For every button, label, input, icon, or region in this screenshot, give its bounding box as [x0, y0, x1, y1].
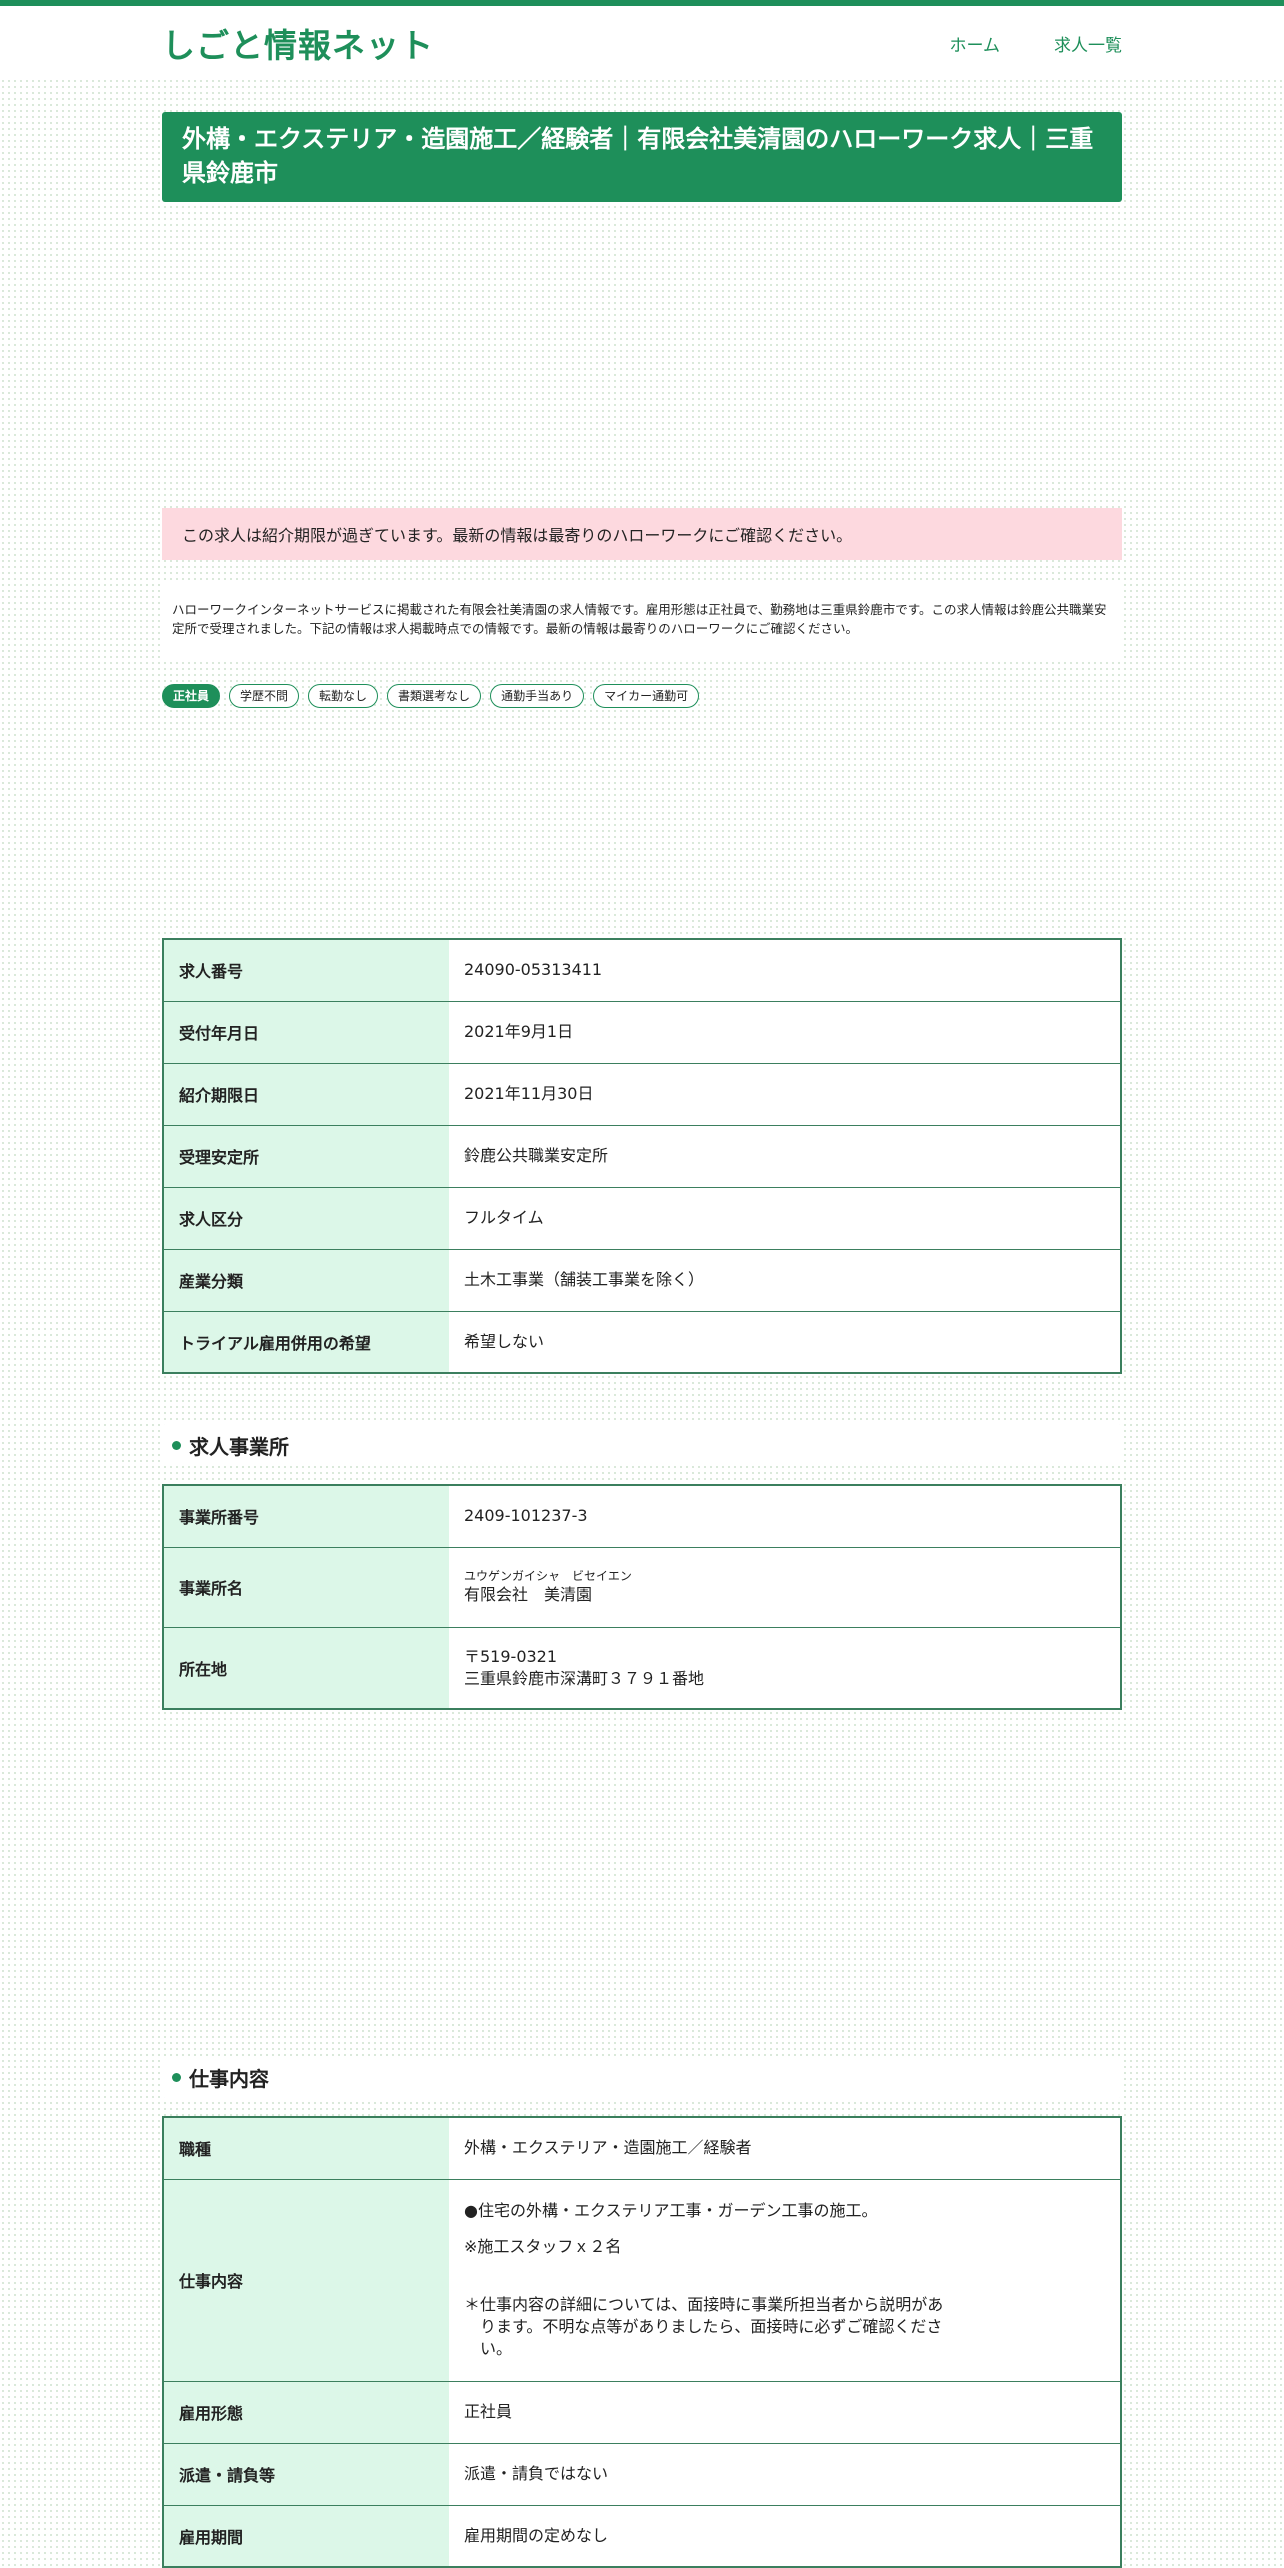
- row-label: 職種: [163, 2117, 449, 2180]
- office-name: 有限会社 美清園: [464, 1585, 593, 1604]
- ad-space-middle: [162, 708, 1122, 938]
- row-value: 2021年9月1日: [449, 1001, 1121, 1064]
- table-row: 所在地 〒519-0321 三重県鈴鹿市深溝町３７９１番地: [163, 1627, 1121, 1710]
- row-label: 事業所名: [163, 1547, 449, 1628]
- table-row: 紹介期限日 2021年11月30日: [163, 1063, 1121, 1126]
- office-name-kana: ユウゲンガイシャ ビセイエン: [464, 1569, 632, 1583]
- tag-no-education-required: 学歴不問: [229, 684, 300, 708]
- row-label: 所在地: [163, 1627, 449, 1710]
- row-label: 派遣・請負等: [163, 2443, 449, 2506]
- row-value: ユウゲンガイシャ ビセイエン 有限会社 美清園: [449, 1547, 1121, 1628]
- row-value: 雇用期間の定めなし: [449, 2505, 1121, 2568]
- row-value: 24090-05313411: [449, 939, 1121, 1002]
- table-row: 仕事内容 ●住宅の外構・エクステリア工事・ガーデン工事の施工。 ※施工スタッフｘ…: [163, 2179, 1121, 2382]
- table-row: トライアル雇用併用の希望 希望しない: [163, 1311, 1121, 1374]
- site-header: しごと情報ネット ホーム 求人一覧: [0, 6, 1284, 80]
- job-description-summary: ハローワークインターネットサービスに掲載された有限会社美清園の求人情報です。雇用…: [162, 580, 1122, 660]
- row-label: 雇用形態: [163, 2381, 449, 2444]
- ad-space-lower: [162, 1710, 1122, 2056]
- bullet-dot-icon: [172, 1440, 181, 1450]
- work-content-line: ●住宅の外構・エクステリア工事・ガーデン工事の施工。: [464, 2201, 878, 2220]
- job-tags: 正社員 学歴不問 転勤なし 書類選考なし 通勤手当あり マイカー通勤可: [162, 684, 1122, 708]
- row-label: トライアル雇用併用の希望: [163, 1311, 449, 1374]
- bullet-dot-icon: [172, 2072, 181, 2082]
- section-title: 求人事業所: [189, 1434, 289, 1459]
- row-label: 紹介期限日: [163, 1063, 449, 1126]
- work-info-table: 職種 外構・エクステリア・造園施工／経験者 仕事内容 ●住宅の外構・エクステリア…: [162, 2116, 1122, 2568]
- table-row: 雇用期間 雇用期間の定めなし: [163, 2505, 1121, 2568]
- section-heading-work: 仕事内容: [162, 2056, 1122, 2098]
- main-nav: ホーム 求人一覧: [950, 31, 1123, 56]
- table-row: 事業所番号 2409-101237-3: [163, 1485, 1121, 1548]
- table-row: 派遣・請負等 派遣・請負ではない: [163, 2443, 1121, 2506]
- site-title[interactable]: しごと情報ネット: [162, 19, 434, 67]
- row-value: 2021年11月30日: [449, 1063, 1121, 1126]
- tag-regular-employee: 正社員: [162, 684, 221, 708]
- row-value: 派遣・請負ではない: [449, 2443, 1121, 2506]
- work-content-line: ※施工スタッフｘ２名: [464, 2237, 622, 2256]
- row-value: 鈴鹿公共職業安定所: [449, 1125, 1121, 1188]
- table-row: 職種 外構・エクステリア・造園施工／経験者: [163, 2117, 1121, 2180]
- ad-space-top: [162, 202, 1122, 508]
- table-row: 事業所名 ユウゲンガイシャ ビセイエン 有限会社 美清園: [163, 1547, 1121, 1628]
- table-row: 雇用形態 正社員: [163, 2381, 1121, 2444]
- row-label: 雇用期間: [163, 2505, 449, 2568]
- row-value: 外構・エクステリア・造園施工／経験者: [449, 2117, 1121, 2180]
- work-content-note: ＊仕事内容の詳細については、面接時に事業所担当者から説明があ ります。不明な点等…: [464, 2295, 944, 2358]
- row-label: 受付年月日: [163, 1001, 449, 1064]
- row-value: 2409-101237-3: [449, 1485, 1121, 1548]
- row-label: 産業分類: [163, 1249, 449, 1312]
- address: 三重県鈴鹿市深溝町３７９１番地: [464, 1668, 705, 1688]
- table-row: 受付年月日 2021年9月1日: [163, 1001, 1121, 1064]
- row-value: 正社員: [449, 2381, 1121, 2444]
- table-row: 産業分類 土木工事業（舗装工事業を除く）: [163, 1249, 1121, 1312]
- section-title: 仕事内容: [189, 2066, 269, 2091]
- row-label: 求人区分: [163, 1187, 449, 1250]
- tag-no-document-screening: 書類選考なし: [387, 684, 482, 708]
- nav-job-list-link[interactable]: 求人一覧: [1054, 31, 1122, 56]
- postal-code: 〒519-0321: [464, 1646, 558, 1666]
- office-info-table: 事業所番号 2409-101237-3 事業所名 ユウゲンガイシャ ビセイエン …: [162, 1484, 1122, 1710]
- row-label: 事業所番号: [163, 1485, 449, 1548]
- table-row: 求人番号 24090-05313411: [163, 939, 1121, 1002]
- row-value: ●住宅の外構・エクステリア工事・ガーデン工事の施工。 ※施工スタッフｘ２名 ＊仕…: [449, 2179, 1121, 2382]
- row-value: 土木工事業（舗装工事業を除く）: [449, 1249, 1121, 1312]
- section-heading-office: 求人事業所: [162, 1424, 1122, 1466]
- table-row: 求人区分 フルタイム: [163, 1187, 1121, 1250]
- main-content: 外構・エクステリア・造園施工／経験者｜有限会社美清園のハローワーク求人｜三重県鈴…: [162, 112, 1122, 2568]
- row-value: 希望しない: [449, 1311, 1121, 1374]
- row-value: 〒519-0321 三重県鈴鹿市深溝町３７９１番地: [449, 1627, 1121, 1710]
- job-basic-info-table: 求人番号 24090-05313411 受付年月日 2021年9月1日 紹介期限…: [162, 938, 1122, 1374]
- tag-commute-allowance: 通勤手当あり: [490, 684, 585, 708]
- tag-no-transfer: 転勤なし: [308, 684, 379, 708]
- nav-home-link[interactable]: ホーム: [950, 31, 1001, 56]
- row-label: 求人番号: [163, 939, 449, 1002]
- row-value: フルタイム: [449, 1187, 1121, 1250]
- table-row: 受理安定所 鈴鹿公共職業安定所: [163, 1125, 1121, 1188]
- row-label: 受理安定所: [163, 1125, 449, 1188]
- expired-notice: この求人は紹介期限が過ぎています。最新の情報は最寄りのハローワークにご確認くださ…: [162, 508, 1122, 560]
- tag-car-commute-ok: マイカー通勤可: [593, 684, 700, 708]
- page-title: 外構・エクステリア・造園施工／経験者｜有限会社美清園のハローワーク求人｜三重県鈴…: [162, 112, 1122, 202]
- row-label: 仕事内容: [163, 2179, 449, 2382]
